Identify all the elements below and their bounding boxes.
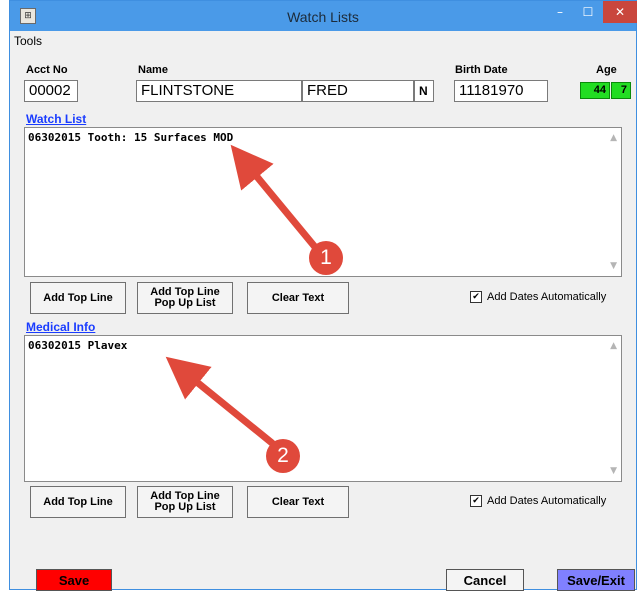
scroll-down-arrow-icon[interactable]: ▼	[610, 261, 617, 271]
annotation-badge-2: 2	[266, 439, 300, 473]
annotation-badge-1: 1	[309, 241, 343, 275]
medical-add-top-line-popup-button[interactable]: Add Top Line Pop Up List	[137, 486, 233, 518]
scroll-up-arrow-icon[interactable]: ▲	[610, 133, 617, 143]
medical-add-dates-checkbox[interactable]: ✔ Add Dates Automatically	[470, 495, 606, 507]
button-label-line-2: Pop Up List	[154, 297, 216, 309]
medical-info-title: Medical Info	[26, 320, 96, 334]
watch-add-top-line-popup-button[interactable]: Add Top Line Pop Up List	[137, 282, 233, 314]
maximize-button[interactable]: ☐	[575, 1, 601, 23]
age-years: 44	[580, 82, 610, 99]
last-name-field[interactable]: FLINTSTONE	[136, 80, 302, 102]
medical-info-text: 06302015 Plavex	[28, 339, 128, 352]
acct-no-field[interactable]: 00002	[24, 80, 78, 102]
watch-list-text: 06302015 Tooth: 15 Surfaces MOD	[28, 131, 234, 144]
menu-bar: Tools	[10, 31, 636, 51]
medical-info-textarea[interactable]: 06302015 Plavex ▲ ▼	[24, 335, 622, 482]
checkbox-checked-icon[interactable]: ✔	[470, 291, 482, 303]
scroll-up-arrow-icon[interactable]: ▲	[610, 341, 617, 351]
name-label: Name	[138, 64, 168, 76]
middle-initial-field[interactable]: N	[414, 80, 434, 102]
medical-add-top-line-button[interactable]: Add Top Line	[30, 486, 126, 518]
acct-no-label: Acct No	[26, 64, 68, 76]
save-exit-button[interactable]: Save/Exit	[557, 569, 635, 591]
add-dates-label: Add Dates Automatically	[487, 495, 607, 507]
window-title: Watch Lists	[287, 9, 359, 25]
age-months: 7	[611, 82, 631, 99]
checkbox-checked-icon[interactable]: ✔	[470, 495, 482, 507]
watch-lists-window: ⊞ Watch Lists – ☐ ✕ Tools Acct No 00002 …	[9, 0, 637, 591]
watch-add-top-line-button[interactable]: Add Top Line	[30, 282, 126, 314]
add-dates-label: Add Dates Automatically	[487, 291, 607, 303]
age-label: Age	[596, 64, 617, 76]
medical-clear-text-button[interactable]: Clear Text	[247, 486, 349, 518]
watch-clear-text-button[interactable]: Clear Text	[247, 282, 349, 314]
title-bar: ⊞ Watch Lists – ☐ ✕	[10, 1, 637, 31]
first-name-field[interactable]: FRED	[302, 80, 414, 102]
watch-add-dates-checkbox[interactable]: ✔ Add Dates Automatically	[470, 291, 606, 303]
save-button[interactable]: Save	[36, 569, 112, 591]
menu-tools[interactable]: Tools	[14, 34, 42, 48]
birth-date-label: Birth Date	[455, 64, 508, 76]
birth-date-field[interactable]: 11181970	[454, 80, 548, 102]
cancel-button[interactable]: Cancel	[446, 569, 524, 591]
minimize-button[interactable]: –	[547, 1, 573, 23]
scroll-down-arrow-icon[interactable]: ▼	[610, 466, 617, 476]
watch-list-title: Watch List	[26, 112, 87, 126]
button-label-line-2: Pop Up List	[154, 501, 216, 513]
close-button[interactable]: ✕	[603, 1, 637, 23]
